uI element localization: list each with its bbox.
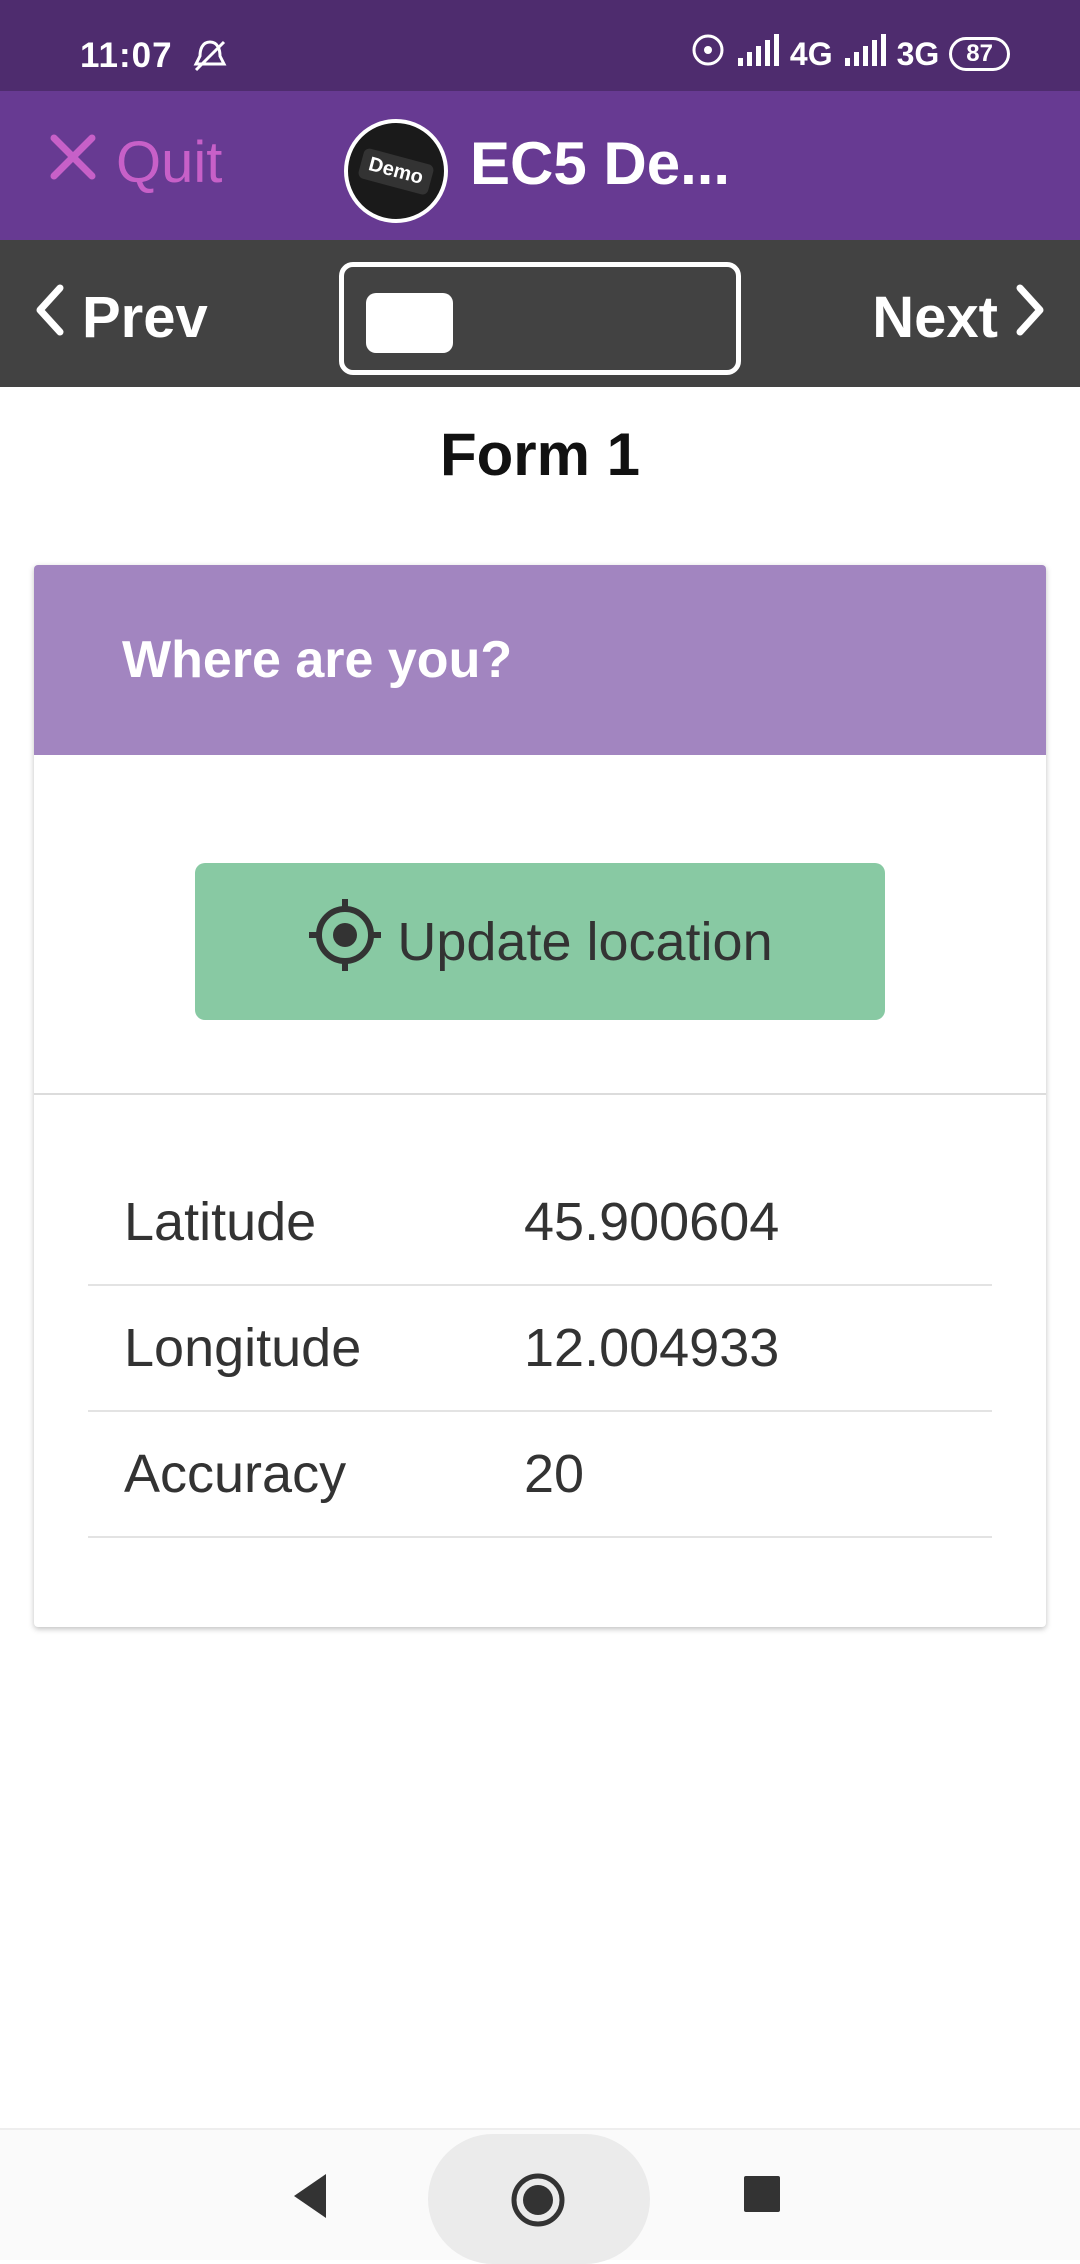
prev-button[interactable]: Prev xyxy=(30,280,208,354)
accuracy-value: 20 xyxy=(524,1444,585,1504)
chevron-right-icon xyxy=(1010,280,1050,354)
system-nav-bar xyxy=(0,2128,1080,2264)
update-location-label: Update location xyxy=(397,911,773,972)
home-button[interactable] xyxy=(428,2134,650,2264)
longitude-label: Longitude xyxy=(124,1318,362,1378)
latitude-label: Latitude xyxy=(124,1192,317,1252)
location-row-latitude: Latitude 45.900604 xyxy=(88,1160,992,1286)
back-icon[interactable] xyxy=(290,2172,330,2225)
prev-label: Prev xyxy=(82,284,208,350)
project-logo: Demo xyxy=(344,119,448,223)
form-progress xyxy=(339,262,741,375)
latitude-value: 45.900604 xyxy=(524,1192,780,1252)
longitude-value: 12.004933 xyxy=(524,1318,780,1378)
location-table: Latitude 45.900604 Longitude 12.004933 A… xyxy=(88,1160,992,1538)
battery-icon: 87 xyxy=(949,37,1010,71)
network-type-1: 4G xyxy=(789,35,833,72)
location-row-accuracy: Accuracy 20 xyxy=(88,1412,992,1538)
next-button[interactable]: Next xyxy=(872,280,1050,354)
home-icon xyxy=(510,2172,566,2233)
update-location-button[interactable]: Update location xyxy=(195,863,885,1020)
crosshairs-icon xyxy=(307,897,397,986)
update-section: Update location xyxy=(34,755,1046,1095)
network-type-2: 3G xyxy=(896,35,940,72)
status-icons: 4G 3G 87 xyxy=(690,32,1010,76)
signal-icon xyxy=(736,34,780,74)
location-row-longitude: Longitude 12.004933 xyxy=(88,1286,992,1412)
quit-label: Quit xyxy=(116,130,223,195)
question-card: Where are you? Update location Latitude … xyxy=(34,565,1046,1627)
quit-button[interactable]: Quit xyxy=(48,129,222,196)
status-time: 11:07 xyxy=(80,36,173,75)
signal-icon xyxy=(843,34,887,74)
app-header: Quit Demo EC5 De... xyxy=(0,91,1080,240)
status-bar: 11:07 4G 3G 87 xyxy=(0,0,1080,91)
hotspot-icon xyxy=(690,32,726,76)
close-icon xyxy=(48,129,116,196)
form-nav-bar: Prev Next xyxy=(0,240,1080,387)
progress-fill xyxy=(366,293,453,353)
question-header: Where are you? xyxy=(34,565,1046,755)
question-text: Where are you? xyxy=(122,631,513,689)
project-title: EC5 De... xyxy=(470,130,731,197)
mute-alarm-icon xyxy=(190,36,230,81)
recent-apps-icon[interactable] xyxy=(742,2174,782,2219)
chevron-left-icon xyxy=(30,280,70,354)
next-label: Next xyxy=(872,284,998,350)
logo-text: Demo xyxy=(357,146,435,196)
form-title: Form 1 xyxy=(439,421,641,488)
accuracy-label: Accuracy xyxy=(124,1444,347,1504)
